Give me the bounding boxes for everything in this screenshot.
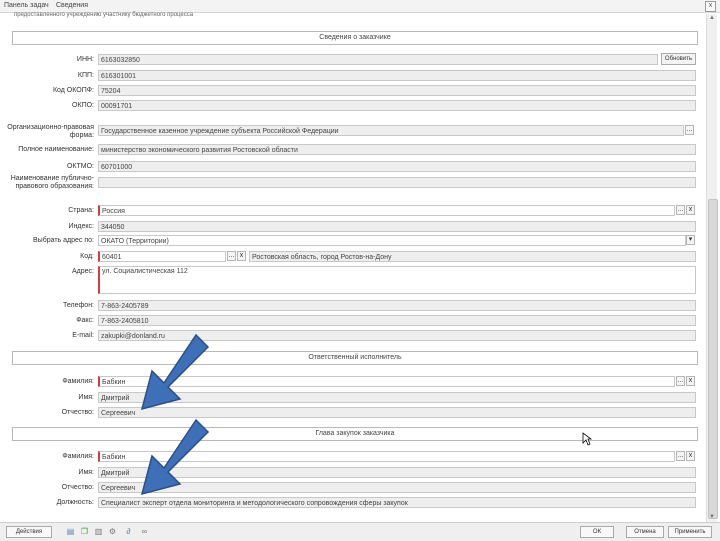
public-entity-field[interactable] (98, 177, 696, 188)
code-label: Код: (80, 253, 94, 260)
refresh-button[interactable]: Обновить (661, 53, 696, 65)
email-label: E-mail: (72, 332, 94, 339)
inn-label: ИНН: (76, 56, 94, 63)
code-description: Ростовская область, город Ростов-на-Дону (249, 251, 696, 262)
executor-lastname-label: Фамилия: (62, 378, 94, 385)
executor-clear-button[interactable]: x (686, 376, 695, 386)
head-clear-button[interactable]: x (686, 451, 695, 461)
index-field[interactable]: 344050 (98, 221, 696, 232)
mouse-cursor-icon (582, 432, 592, 446)
print-icon[interactable]: ▥ (94, 527, 103, 536)
okopf-field[interactable]: 75204 (98, 85, 696, 96)
head-select-button[interactable]: ... (676, 451, 685, 461)
vertical-scrollbar[interactable]: ▲ ▼ (706, 14, 718, 522)
address-label: Адрес: (72, 268, 94, 275)
settings-icon[interactable]: ⚙ (108, 527, 117, 536)
copy-icon[interactable]: ❐ (80, 527, 89, 536)
scroll-thumb[interactable] (708, 199, 718, 519)
fax-label: Факс: (76, 317, 94, 324)
kpp-label: КПП: (77, 72, 94, 79)
kpp-field[interactable]: 616301001 (98, 70, 696, 81)
org-form-select-button[interactable]: ... (685, 125, 694, 135)
head-firstname-label: Имя: (78, 469, 94, 476)
full-name-field[interactable]: министерство экономического развития Рос… (98, 144, 696, 155)
close-icon[interactable]: x (705, 1, 716, 12)
chevron-down-icon[interactable]: ▾ (686, 235, 695, 245)
country-field[interactable]: Россия (98, 205, 675, 216)
code-clear-button[interactable]: x (237, 251, 246, 261)
head-position-label: Должность: (56, 499, 94, 506)
public-entity-label: Наименование публично-правового образова… (10, 175, 94, 190)
executor-middlename-label: Отчество: (61, 409, 94, 416)
okpo-field[interactable]: 00091701 (98, 100, 696, 111)
country-clear-button[interactable]: x (686, 205, 695, 215)
country-label: Страна: (68, 207, 94, 214)
section-head: Глава закупок заказчика (12, 427, 698, 441)
country-select-button[interactable]: ... (676, 205, 685, 215)
address-type-label: Выбрать адрес по: (33, 237, 94, 244)
head-lastname-label: Фамилия: (62, 453, 94, 460)
attach-icon[interactable]: ∂ (124, 527, 133, 536)
footer-toolbar: Действия ▤ ❐ ▥ ⚙ ∂ ∞ ОК Отмена Применить (0, 522, 720, 541)
code-field[interactable]: 60401 (98, 251, 226, 262)
annotation-arrow-icon (140, 333, 210, 411)
executor-select-button[interactable]: ... (676, 376, 685, 386)
okopf-label: Код ОКОПФ: (52, 87, 94, 94)
address-type-select[interactable]: ОКАТО (Территории) (98, 235, 686, 246)
code-select-button[interactable]: ... (227, 251, 236, 261)
executor-firstname-label: Имя: (78, 394, 94, 401)
inn-field[interactable]: 6163032850 (98, 54, 658, 65)
okpo-label: ОКПО: (72, 102, 94, 109)
link-icon[interactable]: ∞ (140, 527, 149, 536)
oktmo-label: ОКТМО: (66, 163, 94, 170)
head-position-field[interactable]: Специалист эксперт отдела мониторинга и … (98, 497, 696, 508)
scroll-up-icon[interactable]: ▲ (707, 14, 717, 23)
phone-field[interactable]: 7-863-2405789 (98, 300, 696, 311)
oktmo-field[interactable]: 60701000 (98, 161, 696, 172)
actions-button[interactable]: Действия (6, 526, 52, 538)
address-textarea[interactable]: ул. Социалистическая 112 (98, 266, 696, 294)
org-form-field[interactable]: Государственное казенное учреждение субъ… (98, 125, 684, 136)
cancel-button[interactable]: Отмена (626, 526, 664, 538)
org-form-label: Организационно-правовая форма: (7, 124, 94, 139)
ok-button[interactable]: ОК (580, 526, 614, 538)
apply-button[interactable]: Применить (668, 526, 712, 538)
section-executor: Ответственный исполнитель (12, 351, 698, 365)
phone-label: Телефон: (63, 302, 94, 309)
tab-task-panel[interactable]: Панель задач (4, 2, 49, 9)
tab-details[interactable]: Сведения (56, 2, 88, 9)
document-icon[interactable]: ▤ (66, 527, 75, 536)
fax-field[interactable]: 7-863-2405810 (98, 315, 696, 326)
head-middlename-label: Отчество: (61, 484, 94, 491)
index-label: Индекс: (68, 223, 94, 230)
annotation-arrow-icon-2 (140, 418, 210, 496)
full-name-label: Полное наименование: (18, 146, 94, 153)
section-customer: Сведения о заказчике (12, 31, 698, 45)
scroll-down-icon[interactable]: ▼ (707, 513, 717, 522)
truncated-header-text: предоставленного учреждению участнику бю… (14, 12, 194, 18)
